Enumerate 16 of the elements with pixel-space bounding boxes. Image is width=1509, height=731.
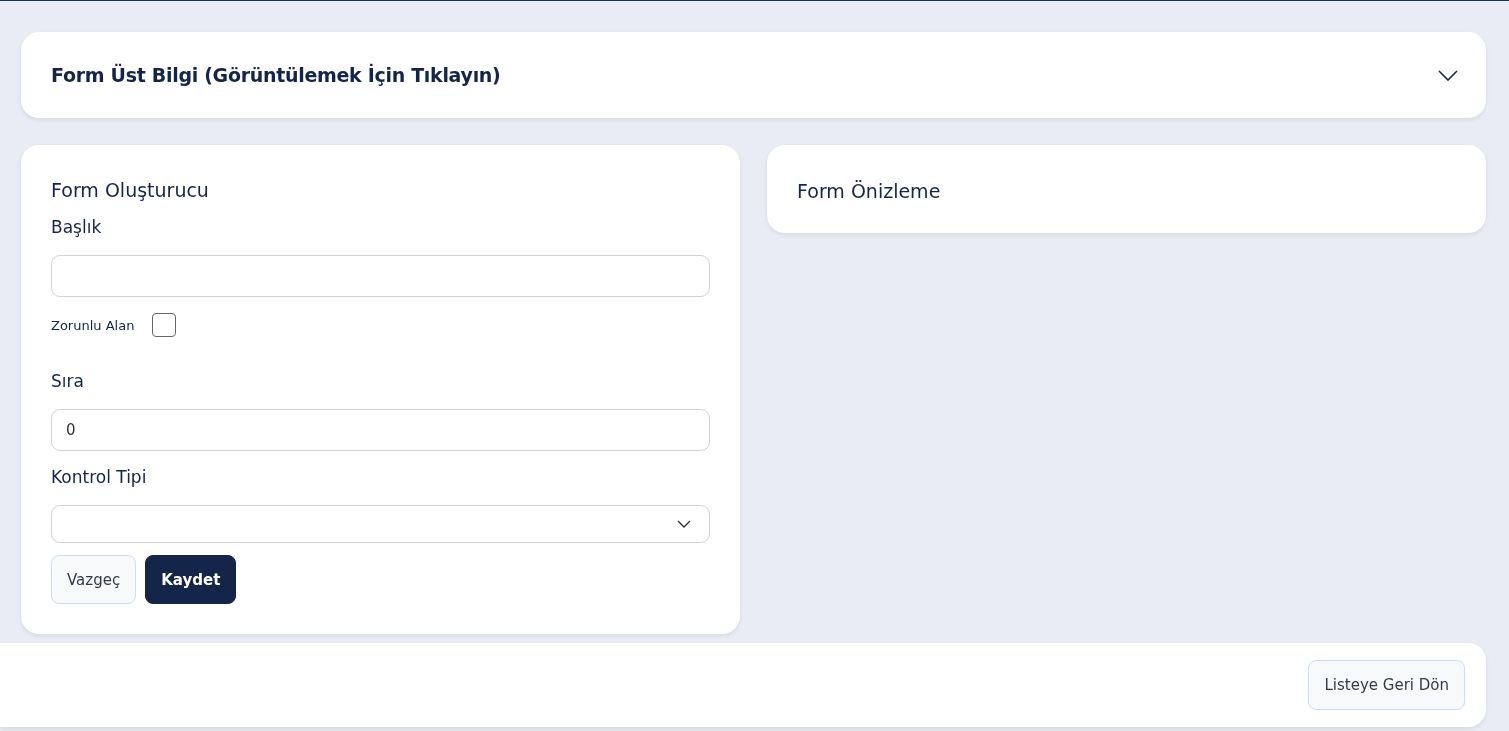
back-to-list-button[interactable]: Listeye Geri Dön — [1308, 660, 1465, 710]
chevron-down-icon — [677, 520, 691, 528]
collapsible-header[interactable]: Form Üst Bilgi (Görüntülemek İçin Tıklayın) — [21, 32, 1486, 118]
checkbox[interactable] — [152, 313, 177, 337]
field-label: Kontrol Tipi — [51, 467, 148, 487]
input-field[interactable] — [51, 255, 710, 297]
save-button[interactable]: Kaydet — [145, 555, 237, 604]
card-title: Form Oluşturucu — [51, 179, 210, 201]
field-label: Başlık — [51, 217, 103, 237]
field-label: Sıra — [51, 371, 85, 391]
panel-title: Form Üst Bilgi (Görüntülemek İçin Tıklayın) — [51, 64, 501, 86]
checkbox-label: Zorunlu Alan — [51, 317, 135, 333]
input-field[interactable]: 0 — [51, 409, 710, 451]
dropdown-field[interactable] — [51, 505, 710, 543]
cancel-button[interactable]: Vazgeç — [51, 555, 137, 604]
card-title: Form Önizleme — [797, 180, 941, 202]
